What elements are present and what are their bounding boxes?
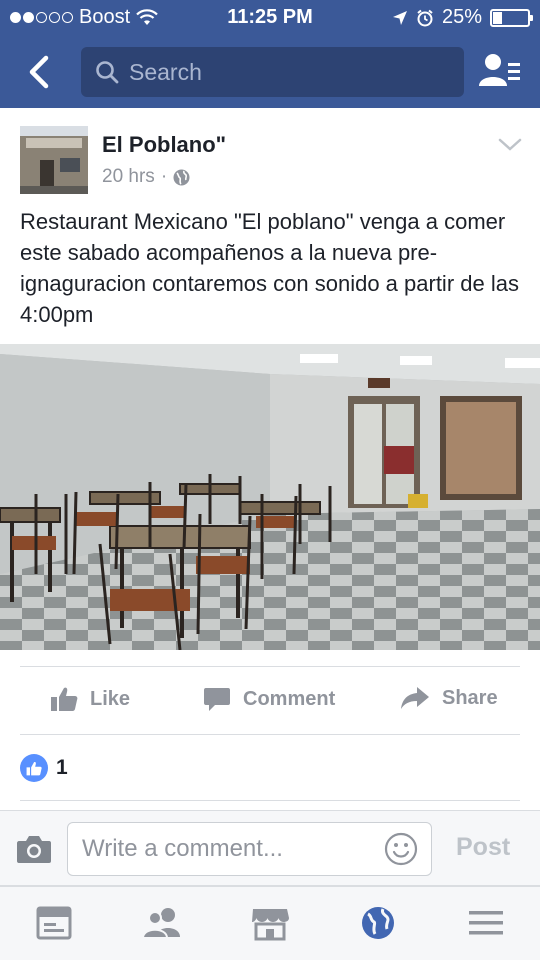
friend-list-icon[interactable] <box>476 50 524 94</box>
bottom-tab-bar <box>0 886 540 960</box>
friends-icon[interactable] <box>142 905 182 941</box>
status-right: 25% <box>392 6 533 29</box>
page-name[interactable]: El Poblano" <box>102 132 226 158</box>
chevron-down-icon[interactable] <box>496 136 524 154</box>
post-text: Restaurant Mexicano "El poblano" venga a… <box>20 209 519 327</box>
comment-icon <box>204 688 230 711</box>
notifications-globe-icon[interactable] <box>358 905 398 941</box>
news-feed-icon[interactable] <box>34 905 74 941</box>
back-arrow-icon[interactable] <box>22 52 58 92</box>
search-placeholder: Search <box>129 58 202 85</box>
post-meta: 20 hrs · <box>102 166 190 188</box>
page-profile-picture[interactable] <box>20 126 88 194</box>
emoji-icon[interactable] <box>384 832 418 866</box>
post-actions: Like Comment Share <box>0 668 540 732</box>
comment-input[interactable]: Write a comment... <box>67 822 432 876</box>
comment-placeholder: Write a comment... <box>82 835 283 862</box>
search-icon <box>96 61 119 84</box>
marketplace-icon[interactable] <box>250 905 290 941</box>
share-label: Share <box>442 686 498 709</box>
top-navigation-bar: Boost 11:25 PM 25% Search <box>0 0 540 108</box>
divider <box>20 734 520 735</box>
post-comment-button[interactable]: Post <box>456 833 510 862</box>
status-bar: Boost 11:25 PM 25% <box>0 0 540 36</box>
post-time[interactable]: 20 hrs <box>102 166 155 188</box>
battery-icon <box>490 8 533 27</box>
battery-percent: 25% <box>441 6 482 28</box>
comment-button[interactable]: Comment <box>203 686 335 712</box>
location-arrow-icon <box>392 10 407 25</box>
like-button[interactable]: Like <box>50 686 130 712</box>
camera-icon[interactable] <box>16 833 52 865</box>
share-button[interactable]: Share <box>400 686 498 710</box>
alarm-icon <box>417 9 433 26</box>
like-label: Like <box>90 687 131 710</box>
divider <box>20 666 520 667</box>
menu-icon[interactable] <box>466 905 506 941</box>
post-photo[interactable] <box>0 344 540 650</box>
search-input[interactable]: Search <box>81 47 464 97</box>
like-reaction-icon <box>20 754 48 782</box>
globe-icon <box>173 169 190 185</box>
comment-composer: Write a comment... Post <box>0 810 540 886</box>
like-count: 1 <box>56 756 68 779</box>
divider <box>20 800 520 801</box>
comment-label: Comment <box>243 687 336 710</box>
post-header: El Poblano" 20 hrs · <box>0 108 540 204</box>
like-summary[interactable]: 1 <box>20 754 68 782</box>
thumbs-up-icon <box>51 687 78 711</box>
share-icon <box>401 687 429 709</box>
